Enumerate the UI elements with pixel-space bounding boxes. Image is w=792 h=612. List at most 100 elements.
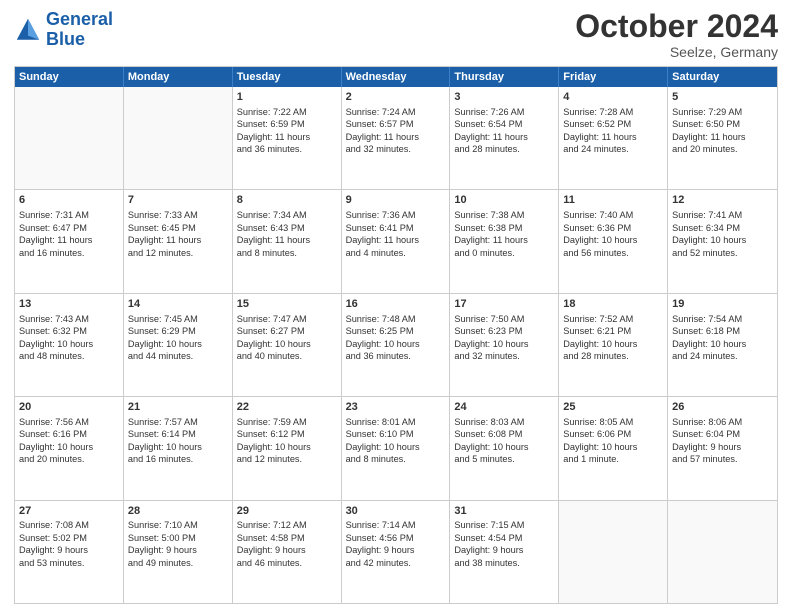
- day-number: 5: [672, 90, 773, 105]
- day-info: Sunrise: 7:24 AM Sunset: 6:57 PM Dayligh…: [346, 106, 446, 156]
- logo-line2: Blue: [46, 29, 85, 49]
- day-cell-20: 20Sunrise: 7:56 AM Sunset: 6:16 PM Dayli…: [15, 397, 124, 499]
- day-info: Sunrise: 7:54 AM Sunset: 6:18 PM Dayligh…: [672, 313, 773, 363]
- day-cell-29: 29Sunrise: 7:12 AM Sunset: 4:58 PM Dayli…: [233, 501, 342, 603]
- day-number: 12: [672, 193, 773, 208]
- day-cell-4: 4Sunrise: 7:28 AM Sunset: 6:52 PM Daylig…: [559, 87, 668, 189]
- month-title: October 2024: [575, 10, 778, 42]
- day-info: Sunrise: 8:05 AM Sunset: 6:06 PM Dayligh…: [563, 416, 663, 466]
- day-number: 2: [346, 90, 446, 105]
- calendar-header: SundayMondayTuesdayWednesdayThursdayFrid…: [15, 67, 777, 87]
- day-cell-26: 26Sunrise: 8:06 AM Sunset: 6:04 PM Dayli…: [668, 397, 777, 499]
- day-info: Sunrise: 7:31 AM Sunset: 6:47 PM Dayligh…: [19, 209, 119, 259]
- day-info: Sunrise: 7:26 AM Sunset: 6:54 PM Dayligh…: [454, 106, 554, 156]
- day-number: 16: [346, 297, 446, 312]
- day-header-friday: Friday: [559, 67, 668, 87]
- empty-cell: [15, 87, 124, 189]
- day-info: Sunrise: 7:59 AM Sunset: 6:12 PM Dayligh…: [237, 416, 337, 466]
- day-cell-22: 22Sunrise: 7:59 AM Sunset: 6:12 PM Dayli…: [233, 397, 342, 499]
- day-number: 20: [19, 400, 119, 415]
- day-cell-24: 24Sunrise: 8:03 AM Sunset: 6:08 PM Dayli…: [450, 397, 559, 499]
- day-number: 8: [237, 193, 337, 208]
- calendar-row-2: 6Sunrise: 7:31 AM Sunset: 6:47 PM Daylig…: [15, 189, 777, 292]
- day-info: Sunrise: 7:29 AM Sunset: 6:50 PM Dayligh…: [672, 106, 773, 156]
- day-cell-23: 23Sunrise: 8:01 AM Sunset: 6:10 PM Dayli…: [342, 397, 451, 499]
- empty-cell: [559, 501, 668, 603]
- day-info: Sunrise: 7:14 AM Sunset: 4:56 PM Dayligh…: [346, 519, 446, 569]
- day-info: Sunrise: 7:40 AM Sunset: 6:36 PM Dayligh…: [563, 209, 663, 259]
- calendar-body: 1Sunrise: 7:22 AM Sunset: 6:59 PM Daylig…: [15, 87, 777, 603]
- day-cell-18: 18Sunrise: 7:52 AM Sunset: 6:21 PM Dayli…: [559, 294, 668, 396]
- day-cell-1: 1Sunrise: 7:22 AM Sunset: 6:59 PM Daylig…: [233, 87, 342, 189]
- day-number: 15: [237, 297, 337, 312]
- day-info: Sunrise: 7:52 AM Sunset: 6:21 PM Dayligh…: [563, 313, 663, 363]
- day-header-monday: Monday: [124, 67, 233, 87]
- day-cell-25: 25Sunrise: 8:05 AM Sunset: 6:06 PM Dayli…: [559, 397, 668, 499]
- day-number: 30: [346, 504, 446, 519]
- day-info: Sunrise: 7:12 AM Sunset: 4:58 PM Dayligh…: [237, 519, 337, 569]
- day-number: 28: [128, 504, 228, 519]
- calendar-row-5: 27Sunrise: 7:08 AM Sunset: 5:02 PM Dayli…: [15, 500, 777, 603]
- day-cell-19: 19Sunrise: 7:54 AM Sunset: 6:18 PM Dayli…: [668, 294, 777, 396]
- calendar: SundayMondayTuesdayWednesdayThursdayFrid…: [14, 66, 778, 604]
- day-cell-12: 12Sunrise: 7:41 AM Sunset: 6:34 PM Dayli…: [668, 190, 777, 292]
- day-number: 14: [128, 297, 228, 312]
- day-info: Sunrise: 7:57 AM Sunset: 6:14 PM Dayligh…: [128, 416, 228, 466]
- day-cell-21: 21Sunrise: 7:57 AM Sunset: 6:14 PM Dayli…: [124, 397, 233, 499]
- day-cell-3: 3Sunrise: 7:26 AM Sunset: 6:54 PM Daylig…: [450, 87, 559, 189]
- day-header-saturday: Saturday: [668, 67, 777, 87]
- day-info: Sunrise: 7:08 AM Sunset: 5:02 PM Dayligh…: [19, 519, 119, 569]
- day-info: Sunrise: 8:06 AM Sunset: 6:04 PM Dayligh…: [672, 416, 773, 466]
- day-number: 24: [454, 400, 554, 415]
- day-info: Sunrise: 7:56 AM Sunset: 6:16 PM Dayligh…: [19, 416, 119, 466]
- location: Seelze, Germany: [575, 44, 778, 60]
- day-info: Sunrise: 7:45 AM Sunset: 6:29 PM Dayligh…: [128, 313, 228, 363]
- calendar-row-3: 13Sunrise: 7:43 AM Sunset: 6:32 PM Dayli…: [15, 293, 777, 396]
- day-number: 18: [563, 297, 663, 312]
- day-info: Sunrise: 7:36 AM Sunset: 6:41 PM Dayligh…: [346, 209, 446, 259]
- day-number: 31: [454, 504, 554, 519]
- day-info: Sunrise: 7:41 AM Sunset: 6:34 PM Dayligh…: [672, 209, 773, 259]
- day-number: 11: [563, 193, 663, 208]
- header: General Blue October 2024 Seelze, German…: [14, 10, 778, 60]
- logo-icon: [14, 16, 42, 44]
- day-number: 19: [672, 297, 773, 312]
- day-cell-28: 28Sunrise: 7:10 AM Sunset: 5:00 PM Dayli…: [124, 501, 233, 603]
- logo-line1: General: [46, 9, 113, 29]
- day-cell-15: 15Sunrise: 7:47 AM Sunset: 6:27 PM Dayli…: [233, 294, 342, 396]
- empty-cell: [124, 87, 233, 189]
- day-cell-30: 30Sunrise: 7:14 AM Sunset: 4:56 PM Dayli…: [342, 501, 451, 603]
- day-cell-7: 7Sunrise: 7:33 AM Sunset: 6:45 PM Daylig…: [124, 190, 233, 292]
- day-number: 17: [454, 297, 554, 312]
- day-cell-14: 14Sunrise: 7:45 AM Sunset: 6:29 PM Dayli…: [124, 294, 233, 396]
- day-number: 25: [563, 400, 663, 415]
- day-info: Sunrise: 7:22 AM Sunset: 6:59 PM Dayligh…: [237, 106, 337, 156]
- day-number: 4: [563, 90, 663, 105]
- day-info: Sunrise: 7:34 AM Sunset: 6:43 PM Dayligh…: [237, 209, 337, 259]
- day-header-thursday: Thursday: [450, 67, 559, 87]
- day-cell-13: 13Sunrise: 7:43 AM Sunset: 6:32 PM Dayli…: [15, 294, 124, 396]
- day-number: 29: [237, 504, 337, 519]
- day-cell-11: 11Sunrise: 7:40 AM Sunset: 6:36 PM Dayli…: [559, 190, 668, 292]
- day-number: 7: [128, 193, 228, 208]
- day-info: Sunrise: 7:47 AM Sunset: 6:27 PM Dayligh…: [237, 313, 337, 363]
- day-info: Sunrise: 7:38 AM Sunset: 6:38 PM Dayligh…: [454, 209, 554, 259]
- day-info: Sunrise: 7:50 AM Sunset: 6:23 PM Dayligh…: [454, 313, 554, 363]
- day-info: Sunrise: 8:01 AM Sunset: 6:10 PM Dayligh…: [346, 416, 446, 466]
- day-info: Sunrise: 7:15 AM Sunset: 4:54 PM Dayligh…: [454, 519, 554, 569]
- calendar-row-1: 1Sunrise: 7:22 AM Sunset: 6:59 PM Daylig…: [15, 87, 777, 189]
- logo: General Blue: [14, 10, 113, 50]
- day-info: Sunrise: 7:28 AM Sunset: 6:52 PM Dayligh…: [563, 106, 663, 156]
- day-number: 23: [346, 400, 446, 415]
- day-number: 27: [19, 504, 119, 519]
- day-number: 1: [237, 90, 337, 105]
- day-cell-16: 16Sunrise: 7:48 AM Sunset: 6:25 PM Dayli…: [342, 294, 451, 396]
- day-number: 26: [672, 400, 773, 415]
- day-number: 22: [237, 400, 337, 415]
- day-header-wednesday: Wednesday: [342, 67, 451, 87]
- day-info: Sunrise: 7:43 AM Sunset: 6:32 PM Dayligh…: [19, 313, 119, 363]
- title-block: October 2024 Seelze, Germany: [575, 10, 778, 60]
- day-cell-10: 10Sunrise: 7:38 AM Sunset: 6:38 PM Dayli…: [450, 190, 559, 292]
- calendar-row-4: 20Sunrise: 7:56 AM Sunset: 6:16 PM Dayli…: [15, 396, 777, 499]
- day-cell-17: 17Sunrise: 7:50 AM Sunset: 6:23 PM Dayli…: [450, 294, 559, 396]
